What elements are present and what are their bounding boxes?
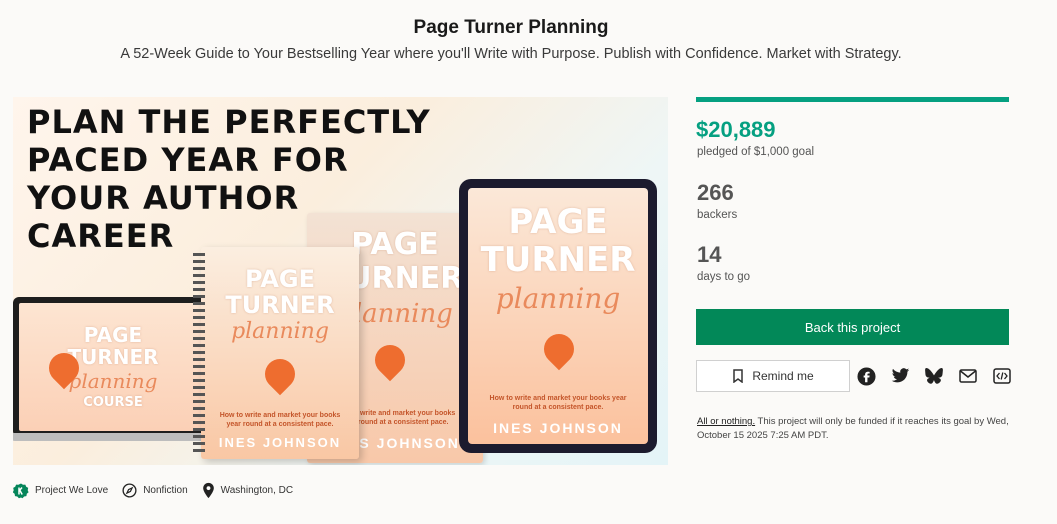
tablet-cover-tagline: How to write and market your books year … xyxy=(489,395,627,411)
all-or-nothing-notice: All or nothing. This project will only b… xyxy=(697,415,1017,443)
project-hero-image[interactable]: PLAN THE PERFECTLY PACED YEAR FOR YOUR A… xyxy=(13,97,668,465)
tablet-mockup: PAGE TURNER planning How to write and ma… xyxy=(459,179,657,453)
days-to-go-count: 14 xyxy=(697,242,722,267)
tag-label: Project We Love xyxy=(35,485,109,496)
book-front-tagline: How to write and market your books year … xyxy=(219,412,341,428)
book-front-script: planning xyxy=(231,319,329,344)
book-front-mockup: PAGE TURNER planning How to write and ma… xyxy=(193,247,359,459)
heart-icon xyxy=(368,338,412,382)
heart-icon xyxy=(258,352,302,396)
tag-label: Nonfiction xyxy=(143,485,188,496)
backers-label: backers xyxy=(697,209,738,221)
facebook-icon[interactable] xyxy=(856,366,876,386)
book-front-line2: TURNER xyxy=(225,291,335,319)
laptop-cover-line1: PAGE xyxy=(83,323,143,347)
email-icon[interactable] xyxy=(958,366,978,386)
pledged-amount: $20,889 xyxy=(696,117,776,142)
book-front-line1: PAGE xyxy=(244,265,316,293)
project-tags: Project We Love Nonfiction Washington, D… xyxy=(13,482,293,499)
compass-icon xyxy=(122,483,137,498)
funding-progress-fill xyxy=(696,97,1009,102)
project-subtitle: A 52-Week Guide to Your Bestselling Year… xyxy=(120,46,902,62)
days-to-go-label: days to go xyxy=(697,271,751,283)
pledged-goal-label: pledged of $1,000 goal xyxy=(697,146,815,158)
tablet-cover-line2: TURNER xyxy=(480,240,636,280)
book-front-author: INES JOHNSON xyxy=(218,435,342,450)
tablet-cover-author: INES JOHNSON xyxy=(493,420,623,436)
share-icons xyxy=(856,366,1012,386)
bookmark-icon xyxy=(733,369,744,383)
tag-project-we-love[interactable]: Project We Love xyxy=(13,483,108,499)
backers-count: 266 xyxy=(697,180,734,205)
laptop-cover-line3: COURSE xyxy=(83,395,143,410)
tag-nonfiction[interactable]: Nonfiction xyxy=(122,483,188,498)
tablet-cover-line1: PAGE xyxy=(508,202,608,242)
remind-me-button[interactable]: Remind me xyxy=(696,360,850,392)
all-or-nothing-link[interactable]: All or nothing. xyxy=(697,416,755,427)
location-pin-icon xyxy=(202,482,214,499)
embed-icon[interactable] xyxy=(992,366,1012,386)
twitter-icon[interactable] xyxy=(890,366,910,386)
funding-progress-bar xyxy=(696,97,1009,102)
tag-label: Washington, DC xyxy=(220,485,294,496)
back-this-project-button[interactable]: Back this project xyxy=(696,309,1009,345)
remind-me-label: Remind me xyxy=(752,369,814,383)
project-title: Page Turner Planning xyxy=(413,17,609,38)
tag-location[interactable]: Washington, DC xyxy=(202,482,293,499)
tablet-cover-script: planning xyxy=(495,282,621,315)
kickstarter-badge-icon xyxy=(13,483,29,498)
laptop-cover-script: planning xyxy=(68,369,158,393)
laptop-mockup: PAGE TURNER planning COURSE xyxy=(13,297,213,437)
bluesky-icon[interactable] xyxy=(924,366,944,386)
heart-icon xyxy=(537,327,581,371)
laptop-cover-line2: TURNER xyxy=(67,345,159,369)
